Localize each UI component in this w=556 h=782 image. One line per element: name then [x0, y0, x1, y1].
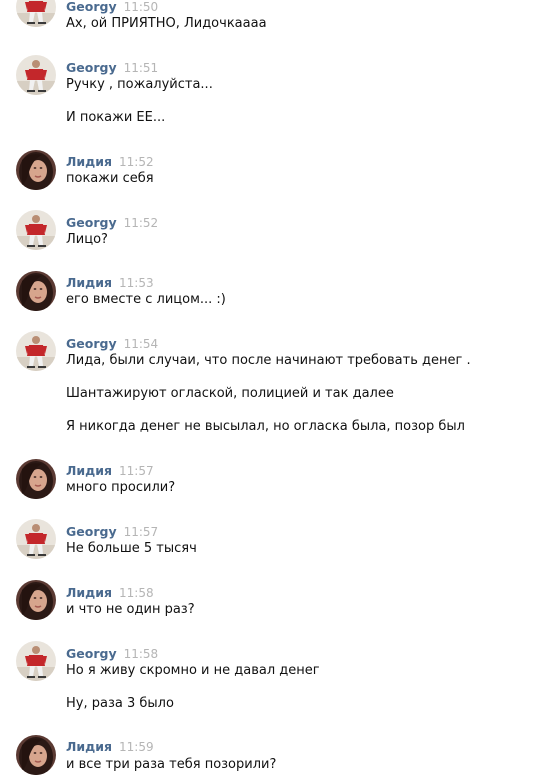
message-text: Но я живу скромно и не давал денег [66, 663, 320, 678]
avatar[interactable] [16, 271, 56, 311]
message-text: много просили? [66, 480, 176, 495]
message-time[interactable]: 11:51 [124, 61, 159, 75]
lidiya-avatar-icon [16, 150, 56, 190]
georgy-avatar-icon [16, 55, 56, 95]
author-name[interactable]: Georgy [66, 336, 117, 351]
avatar[interactable] [16, 519, 56, 559]
message-time[interactable]: 11:58 [124, 647, 159, 661]
message-text: Ручку , пожалуйста... [66, 77, 213, 92]
message-text: Ну, раза 3 было [66, 696, 174, 711]
georgy-avatar-icon [16, 641, 56, 681]
avatar[interactable] [16, 641, 56, 681]
message-time[interactable]: 11:52 [119, 155, 154, 169]
avatar[interactable] [16, 150, 56, 190]
avatar[interactable] [16, 331, 56, 371]
lidiya-avatar-icon [16, 459, 56, 499]
message-text: покажи себя [66, 171, 154, 186]
message-time[interactable]: 11:57 [119, 464, 154, 478]
message-text: Шантажируют оглаской, полицией и так дал… [66, 386, 394, 401]
message-text: и все три раза тебя позорили? [66, 757, 277, 772]
message-text: его вместе с лицом... :) [66, 292, 226, 307]
author-name[interactable]: Georgy [66, 60, 117, 75]
author-name[interactable]: Лидия [66, 154, 112, 169]
message-time[interactable]: 11:53 [119, 276, 154, 290]
message-text: Ах, ой ПРИЯТНО, Лидочкаааа [66, 16, 267, 31]
message-text: и что не один раз? [66, 602, 195, 617]
message-time[interactable]: 11:50 [124, 0, 159, 14]
avatar[interactable] [16, 735, 56, 775]
avatar[interactable] [16, 55, 56, 95]
message-text: Не больше 5 тысяч [66, 541, 197, 556]
lidiya-avatar-icon [16, 580, 56, 620]
message-time[interactable]: 11:54 [124, 337, 159, 351]
message-time[interactable]: 11:59 [119, 740, 154, 754]
author-name[interactable]: Лидия [66, 585, 112, 600]
georgy-avatar-icon [16, 331, 56, 371]
author-name[interactable]: Georgy [66, 646, 117, 661]
georgy-avatar-icon [16, 0, 56, 27]
message-text: Лицо? [66, 232, 108, 247]
author-name[interactable]: Georgy [66, 215, 117, 230]
lidiya-avatar-icon [16, 735, 56, 775]
message-history: Georgy 11:50 Ах, ой ПРИЯТНО, Лидочкаааа G… [0, 0, 556, 782]
georgy-avatar-icon [16, 519, 56, 559]
message-time[interactable]: 11:58 [119, 586, 154, 600]
georgy-avatar-icon [16, 210, 56, 250]
avatar[interactable] [16, 0, 56, 27]
message-text: И покажи ЕЕ... [66, 110, 166, 125]
message-text: Я никогда денег не высылал, но огласка б… [66, 419, 465, 434]
message-time[interactable]: 11:57 [124, 525, 159, 539]
author-name[interactable]: Лидия [66, 275, 112, 290]
message-text: Лида, были случаи, что после начинают тр… [66, 353, 471, 368]
avatar[interactable] [16, 210, 56, 250]
message-time[interactable]: 11:52 [124, 216, 159, 230]
avatar[interactable] [16, 580, 56, 620]
avatar[interactable] [16, 459, 56, 499]
author-name[interactable]: Georgy [66, 524, 117, 539]
lidiya-avatar-icon [16, 271, 56, 311]
author-name[interactable]: Лидия [66, 739, 112, 754]
author-name[interactable]: Georgy [66, 0, 117, 14]
author-name[interactable]: Лидия [66, 463, 112, 478]
